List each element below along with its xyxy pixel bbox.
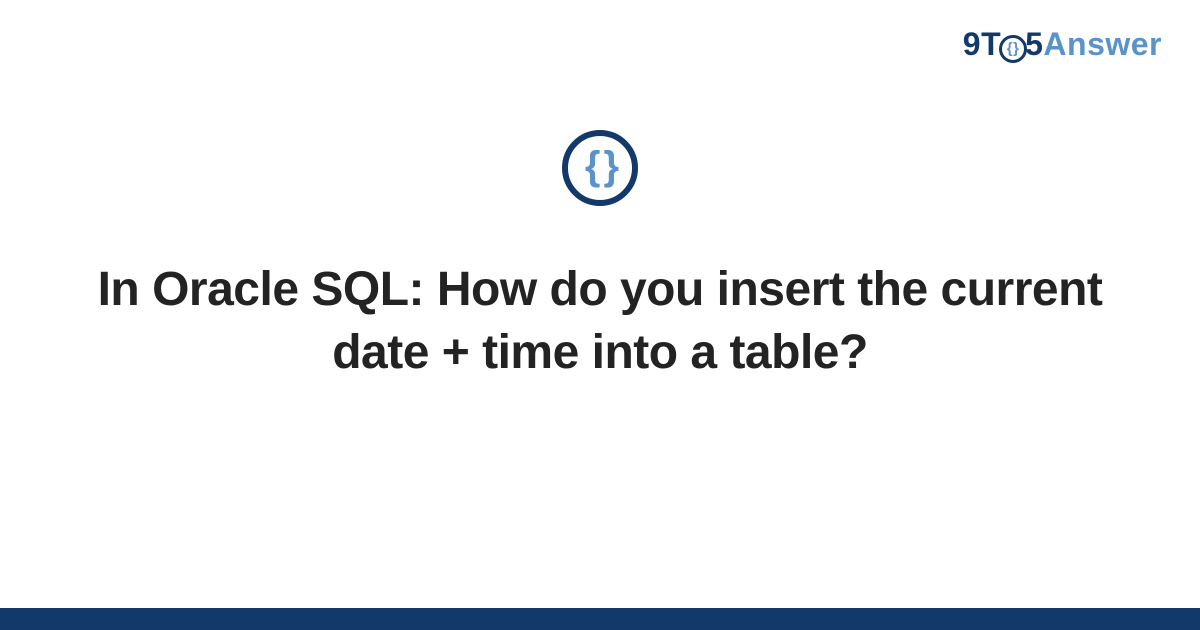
question-title: In Oracle SQL: How do you insert the cur… bbox=[90, 258, 1110, 385]
brand-text-9t: 9T bbox=[963, 26, 1001, 62]
code-braces-icon: { } bbox=[562, 130, 638, 206]
main-content: { } In Oracle SQL: How do you insert the… bbox=[0, 130, 1200, 385]
footer-bar bbox=[0, 608, 1200, 630]
brand-text-5: 5 bbox=[1025, 26, 1043, 62]
brand-clock-icon: {} bbox=[999, 35, 1027, 63]
brand-clock-glyph: {} bbox=[1007, 40, 1020, 57]
site-brand-logo: 9T {} 5Answer bbox=[963, 26, 1162, 65]
brand-text-answer: Answer bbox=[1043, 26, 1162, 62]
code-braces-glyph: { } bbox=[585, 146, 615, 186]
